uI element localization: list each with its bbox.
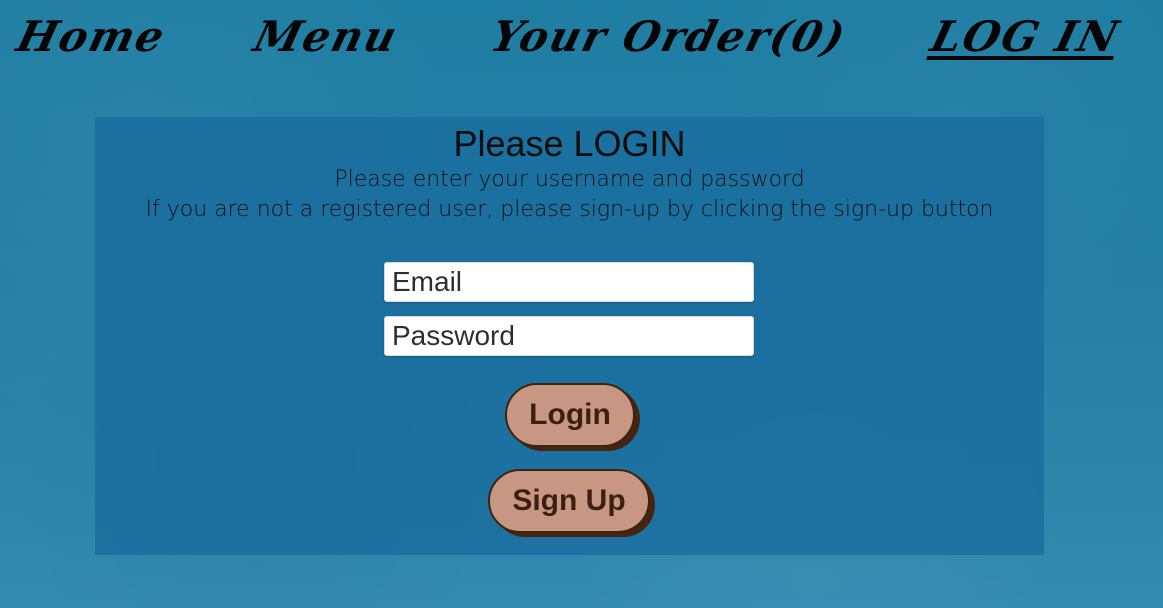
nav-your-order-link[interactable]: Your Order(0) — [486, 12, 852, 61]
password-field[interactable] — [384, 316, 754, 356]
login-title: Please LOGIN — [453, 123, 686, 164]
top-navigation: Home Menu Your Order(0) LOG IN — [0, 0, 1163, 90]
nav-login-link[interactable]: LOG IN — [926, 12, 1125, 61]
login-instructions: Please enter your username and password — [334, 167, 805, 192]
login-panel: Please LOGIN Please enter your username … — [95, 117, 1044, 555]
email-field[interactable] — [384, 262, 754, 302]
signup-instructions: If you are not a registered user, please… — [145, 197, 994, 222]
nav-home-link[interactable]: Home — [12, 12, 171, 61]
login-button[interactable]: Login — [505, 383, 635, 447]
sign-up-button[interactable]: Sign Up — [488, 469, 650, 533]
nav-menu-link[interactable]: Menu — [249, 12, 404, 61]
